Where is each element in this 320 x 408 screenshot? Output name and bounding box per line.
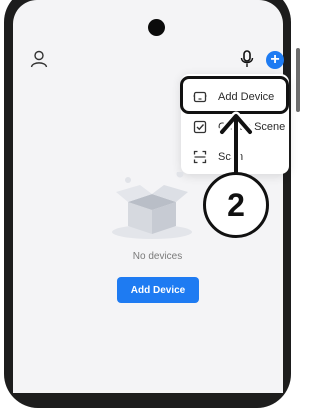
phone-side-button <box>296 48 300 112</box>
user-icon[interactable] <box>30 50 48 68</box>
microphone-icon[interactable] <box>240 50 254 68</box>
scan-icon <box>193 150 207 164</box>
step-number: 2 <box>227 186 245 223</box>
scene-check-icon <box>193 120 207 134</box>
front-camera <box>148 19 165 36</box>
empty-box-illustration <box>112 172 192 239</box>
highlight-box <box>180 76 289 114</box>
plus-icon: + <box>270 51 280 68</box>
step-number-badge: 2 <box>203 172 269 238</box>
arrow-up-icon <box>217 111 255 180</box>
empty-state-message: No devices <box>132 251 183 262</box>
add-device-button[interactable]: Add Device <box>117 277 199 303</box>
add-menu-button[interactable]: + <box>266 51 284 69</box>
